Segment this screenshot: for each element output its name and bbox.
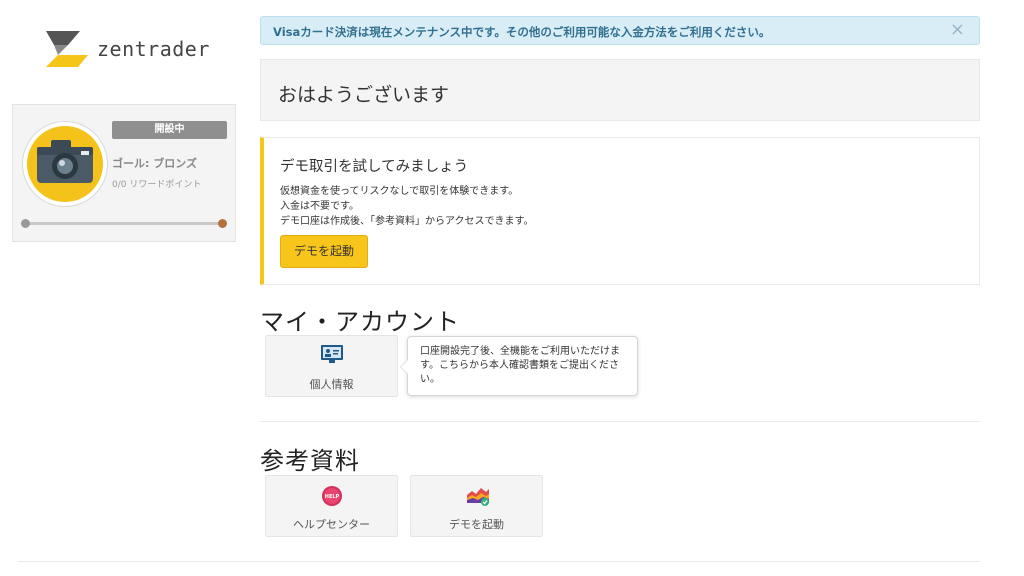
camera-icon <box>37 140 93 183</box>
help-center-tile[interactable]: HELP ヘルプセンター <box>265 475 398 537</box>
demo-line: 仮想資金を使ってリスクなしで取引を体験できます。 <box>280 186 519 197</box>
id-card-icon <box>321 345 343 363</box>
progress-bar <box>21 219 227 228</box>
reward-points: 0/0 リワードポイント <box>112 180 202 190</box>
divider <box>260 421 980 422</box>
launch-demo-tile[interactable]: デモを起動 <box>410 475 543 537</box>
demo-card: デモ取引を試してみましょう 仮想資金を使ってリスクなしで取引を体験できます。 入… <box>260 137 980 285</box>
launch-demo-button[interactable]: デモを起動 <box>280 235 368 268</box>
demo-line: 入金は不要です。 <box>280 201 359 212</box>
profile-card: 開設中 ゴール: ブロンズ 0/0 リワードポイント <box>12 104 236 242</box>
tile-label: ヘルプセンター <box>293 518 370 531</box>
tile-label: 個人情報 <box>309 378 354 391</box>
progress-end-dot <box>218 219 227 228</box>
demo-title: デモ取引を試してみましょう <box>280 159 469 175</box>
demo-description: 仮想資金を使ってリスクなしで取引を体験できます。 入金は不要です。 デモ口座は作… <box>280 184 534 229</box>
brand-name: zentrader <box>97 37 210 61</box>
status-badge: 開設中 <box>112 121 227 139</box>
personal-info-tile[interactable]: 個人情報 <box>265 335 398 397</box>
demo-line: デモ口座は作成後、「参考資料」からアクセスできます。 <box>280 216 534 227</box>
resources-title: 参考資料 <box>260 447 360 475</box>
logo[interactable]: zentrader <box>46 31 210 67</box>
tooltip: 口座開設完了後、全機能をご利用いただけます。こちらから本人確認書類をご提出くださ… <box>400 336 638 396</box>
avatar[interactable] <box>22 121 108 207</box>
divider <box>18 561 980 562</box>
demo-chart-icon <box>467 488 489 506</box>
help-badge-text: HELP <box>325 494 340 500</box>
help-badge-icon: HELP <box>322 486 342 506</box>
tile-label: デモを起動 <box>449 518 504 531</box>
my-account-title: マイ・アカウント <box>260 308 460 336</box>
maintenance-alert: Visaカード決済は現在メンテナンス中です。その他のご利用可能な入金方法をご利用… <box>260 16 980 45</box>
close-icon[interactable]: × <box>950 20 965 40</box>
greeting-panel: おはようございます <box>260 59 980 121</box>
progress-start-dot <box>21 219 30 228</box>
greeting-text: おはようございます <box>278 84 450 106</box>
alert-message: Visaカード決済は現在メンテナンス中です。その他のご利用可能な入金方法をご利用… <box>273 25 771 39</box>
zentrader-logo-icon <box>46 31 88 67</box>
goal-label: ゴール: ブロンズ <box>112 157 198 170</box>
